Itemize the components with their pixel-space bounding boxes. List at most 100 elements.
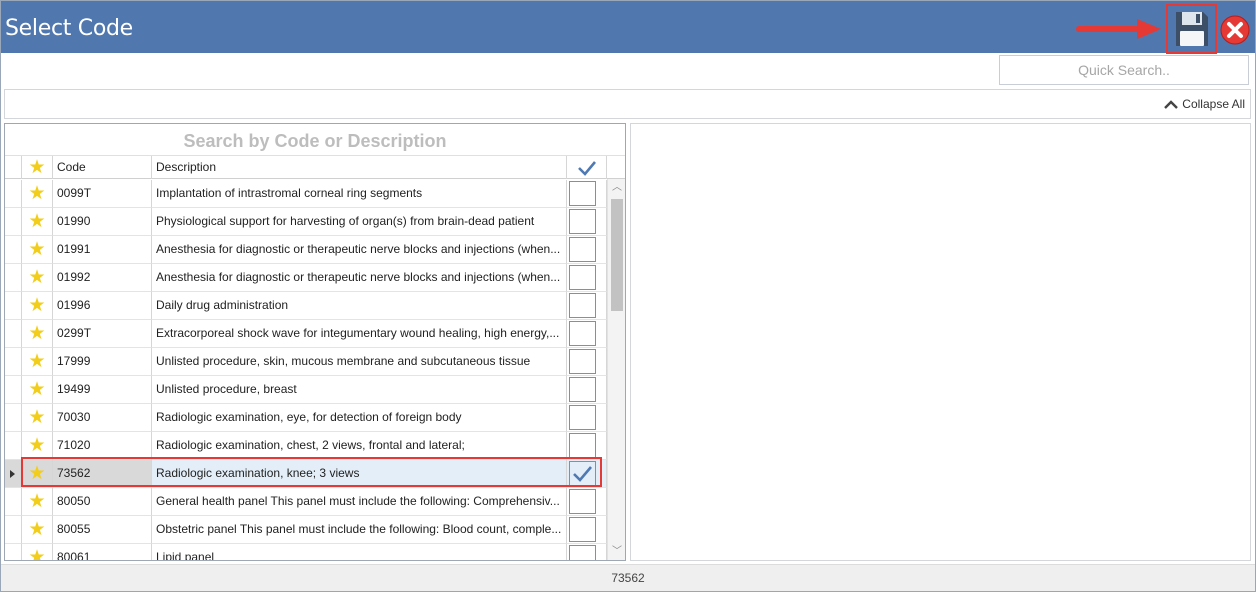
star-icon: ★	[28, 157, 46, 178]
row-indicator-cell	[5, 208, 22, 236]
row-checkbox[interactable]	[569, 237, 596, 262]
row-indicator-cell	[5, 544, 22, 560]
favorite-cell[interactable]: ★	[22, 292, 53, 320]
row-indicator-cell	[5, 264, 22, 292]
star-icon[interactable]: ★	[28, 407, 45, 428]
row-checkbox[interactable]	[569, 405, 596, 430]
row-checkbox[interactable]	[569, 321, 596, 346]
scroll-down-icon[interactable]: ﹀	[608, 543, 625, 560]
scroll-up-icon[interactable]: ︿	[608, 179, 625, 196]
table-row[interactable]: ★ 80055 Obstetric panel This panel must in…	[5, 516, 607, 544]
favorite-cell[interactable]: ★	[22, 404, 53, 432]
quick-search-input[interactable]	[1000, 56, 1248, 84]
star-icon[interactable]: ★	[28, 183, 45, 204]
star-icon[interactable]: ★	[28, 491, 45, 512]
code-cell: 01991	[53, 236, 152, 264]
star-icon[interactable]: ★	[28, 435, 45, 456]
description-cell: Lipid panel	[152, 544, 567, 560]
row-checkbox[interactable]	[569, 209, 596, 234]
row-indicator-cell	[5, 516, 22, 544]
row-checkbox[interactable]	[569, 489, 596, 514]
favorite-cell[interactable]: ★	[22, 180, 53, 208]
collapse-bar: Collapse All	[4, 89, 1251, 119]
star-icon[interactable]: ★	[28, 351, 45, 372]
header-select-all[interactable]	[567, 156, 607, 179]
code-cell: 73562	[53, 460, 152, 488]
row-checkbox[interactable]	[569, 461, 596, 486]
floppy-disk-icon	[1176, 12, 1208, 46]
favorite-cell[interactable]: ★	[22, 460, 53, 488]
code-cell: 0299T	[53, 320, 152, 348]
description-cell: Extracorporeal shock wave for integument…	[152, 320, 567, 348]
scrollbar-thumb[interactable]	[611, 199, 623, 311]
description-cell: Radiologic examination, knee; 3 views	[152, 460, 567, 488]
star-icon[interactable]: ★	[28, 239, 45, 260]
row-checkbox[interactable]	[569, 545, 596, 560]
table-row[interactable]: ★ 0099T Implantation of intrastromal corne…	[5, 180, 607, 208]
row-checkbox[interactable]	[569, 181, 596, 206]
favorite-cell[interactable]: ★	[22, 432, 53, 460]
row-checkbox[interactable]	[569, 433, 596, 458]
description-cell: Implantation of intrastromal corneal rin…	[152, 180, 567, 208]
table-row[interactable]: ★ 80050 General health panel This panel mu…	[5, 488, 607, 516]
favorite-cell[interactable]: ★	[22, 348, 53, 376]
table-row[interactable]: ★ 01990 Physiological support for harvesti…	[5, 208, 607, 236]
checkmark-icon	[573, 466, 592, 482]
collapse-all-button[interactable]: Collapse All	[1163, 97, 1245, 111]
row-checkbox[interactable]	[569, 293, 596, 318]
row-checkbox[interactable]	[569, 517, 596, 542]
grid-header: ★ Code Description	[5, 156, 625, 179]
row-indicator-cell	[5, 376, 22, 404]
table-row[interactable]: ★ 01996 Daily drug administration	[5, 292, 607, 320]
row-indicator-cell	[5, 488, 22, 516]
close-button[interactable]	[1220, 15, 1250, 45]
save-button[interactable]	[1166, 4, 1217, 54]
grid-search-box[interactable]: Search by Code or Description	[5, 124, 625, 156]
star-icon[interactable]: ★	[28, 211, 45, 232]
row-indicator-cell	[5, 180, 22, 208]
description-cell: Radiologic examination, eye, for detecti…	[152, 404, 567, 432]
row-checkbox[interactable]	[569, 377, 596, 402]
star-icon[interactable]: ★	[28, 547, 45, 560]
table-row[interactable]: ★ 71020 Radiologic examination, chest, 2 v…	[5, 432, 607, 460]
favorite-cell[interactable]: ★	[22, 376, 53, 404]
row-checkbox[interactable]	[569, 349, 596, 374]
star-icon[interactable]: ★	[28, 519, 45, 540]
row-checkbox[interactable]	[569, 265, 596, 290]
quick-search-field[interactable]	[999, 55, 1249, 85]
row-indicator-cell	[5, 404, 22, 432]
status-code: 73562	[611, 571, 645, 585]
table-row[interactable]: ★ 01992 Anesthesia for diagnostic or thera…	[5, 264, 607, 292]
table-row[interactable]: ★ 80061 Lipid panel	[5, 544, 607, 560]
favorite-cell[interactable]: ★	[22, 208, 53, 236]
table-row[interactable]: ★ 0299T Extracorporeal shock wave for inte…	[5, 320, 607, 348]
table-row[interactable]: ★ 70030 Radiologic examination, eye, for d…	[5, 404, 607, 432]
favorite-cell[interactable]: ★	[22, 544, 53, 560]
favorite-cell[interactable]: ★	[22, 516, 53, 544]
status-bar: 73562	[1, 564, 1255, 591]
header-code[interactable]: Code	[53, 156, 152, 179]
star-icon[interactable]: ★	[28, 463, 45, 484]
select-cell	[567, 180, 607, 208]
table-row[interactable]: ★ 01991 Anesthesia for diagnostic or thera…	[5, 236, 607, 264]
star-icon[interactable]: ★	[28, 379, 45, 400]
description-cell: Unlisted procedure, breast	[152, 376, 567, 404]
table-row[interactable]: ★ 19499 Unlisted procedure, breast	[5, 376, 607, 404]
star-icon[interactable]: ★	[28, 295, 45, 316]
grid-scrollbar[interactable]: ︿ ﹀	[607, 179, 625, 560]
table-row[interactable]: ★ 17999 Unlisted procedure, skin, mucous m…	[5, 348, 607, 376]
select-cell	[567, 208, 607, 236]
favorite-cell[interactable]: ★	[22, 236, 53, 264]
table-row[interactable]: ★ 73562 Radiologic examination, knee; 3 vi…	[5, 460, 607, 488]
favorite-cell[interactable]: ★	[22, 488, 53, 516]
favorite-cell[interactable]: ★	[22, 264, 53, 292]
header-favorite-cell[interactable]: ★	[22, 156, 53, 179]
row-indicator-cell	[5, 292, 22, 320]
select-cell	[567, 292, 607, 320]
code-cell: 17999	[53, 348, 152, 376]
header-description[interactable]: Description	[152, 156, 567, 179]
favorite-cell[interactable]: ★	[22, 320, 53, 348]
code-cell: 70030	[53, 404, 152, 432]
star-icon[interactable]: ★	[28, 323, 45, 344]
star-icon[interactable]: ★	[28, 267, 45, 288]
